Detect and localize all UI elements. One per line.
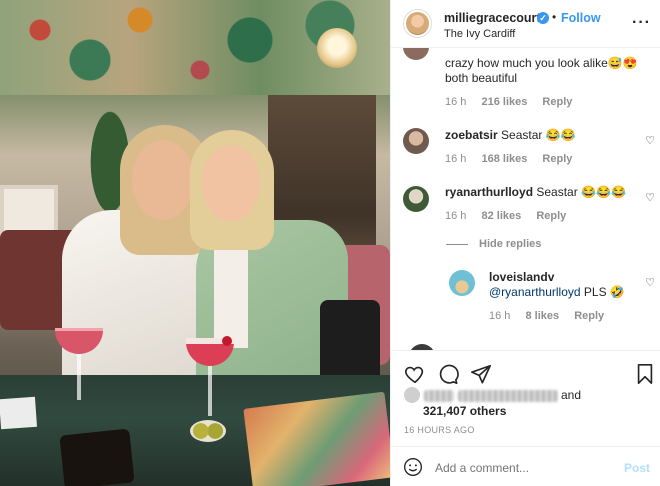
- comment-avatar[interactable]: [403, 128, 429, 154]
- reply-button[interactable]: Reply: [542, 153, 572, 165]
- phone: [59, 428, 135, 486]
- comment-username[interactable]: ryanarthurlloyd: [445, 185, 533, 199]
- blurred-liker-name: [424, 390, 454, 402]
- reply-likes[interactable]: 8 likes: [525, 310, 559, 322]
- reply-text: loveislandv @ryanarthurlloyd PLS 🤣: [489, 270, 649, 300]
- heart-icon[interactable]: ♡: [645, 191, 655, 204]
- heart-icon[interactable]: ♡: [645, 276, 655, 289]
- separator-dot: •: [552, 10, 557, 24]
- add-comment-bar: Post: [390, 446, 660, 486]
- likes-and: and: [561, 388, 582, 402]
- ellipsis-icon[interactable]: ···: [632, 14, 651, 32]
- post-location[interactable]: The Ivy Cardiff: [444, 28, 515, 40]
- post-username[interactable]: milliegracecourt: [444, 11, 541, 25]
- post-button[interactable]: Post: [624, 461, 650, 475]
- comment-text: zoebatsir Seastar 😂😂: [445, 128, 635, 143]
- add-comment-input[interactable]: [435, 461, 605, 475]
- reply-button[interactable]: Reply: [536, 210, 566, 222]
- likes-count[interactable]: 321,407 others: [423, 404, 506, 418]
- person-right-face: [202, 145, 260, 221]
- reply-mention[interactable]: @ryanarthurlloyd: [489, 285, 581, 299]
- heart-icon[interactable]: ♡: [645, 134, 655, 147]
- reply-button[interactable]: Reply: [542, 96, 572, 108]
- comment-meta: 16 h 82 likes Reply: [445, 210, 578, 222]
- paper-note: [0, 396, 38, 430]
- comment-username[interactable]: zoebatsir: [445, 128, 498, 142]
- liker-avatar[interactable]: [404, 387, 420, 403]
- olive-dish: [190, 420, 226, 442]
- comment-likes[interactable]: 168 likes: [481, 153, 527, 165]
- comments-list: crazy how much you look alike😅😍 both bea…: [391, 48, 660, 350]
- post-header: milliegracecourt ✓ • Follow The Ivy Card…: [391, 0, 660, 48]
- comment-icon[interactable]: [437, 363, 459, 385]
- comment-likes[interactable]: 216 likes: [481, 96, 527, 108]
- emoji-icon[interactable]: [403, 457, 423, 477]
- reply-button[interactable]: Reply: [574, 310, 604, 322]
- avatar[interactable]: [404, 10, 431, 37]
- reply-body: PLS 🤣: [580, 285, 625, 299]
- post-photo[interactable]: [0, 0, 390, 486]
- verified-badge-icon: ✓: [537, 12, 549, 24]
- comment-body: Seastar 😂😂😂: [536, 185, 626, 199]
- pendant-lamp: [317, 28, 357, 68]
- reply-meta: 16 h 8 likes Reply: [489, 310, 616, 322]
- comment-meta: 16 h 216 likes Reply: [445, 96, 584, 108]
- comment-avatar[interactable]: [403, 186, 429, 212]
- comment-avatar[interactable]: [403, 48, 429, 60]
- reply-username[interactable]: loveislandv: [489, 270, 554, 284]
- reply-time: 16 h: [489, 310, 511, 322]
- comment-text: ryanarthurlloyd Seastar 😂😂😂: [445, 185, 635, 200]
- share-icon[interactable]: [470, 363, 492, 385]
- comment-time: 16 h: [445, 153, 467, 165]
- blurred-liker-name: [458, 390, 558, 402]
- comment-meta: 16 h 168 likes Reply: [445, 153, 584, 165]
- person-left-face: [132, 140, 194, 220]
- hide-replies-button[interactable]: Hide replies: [479, 238, 541, 250]
- post-timestamp: 16 HOURS AGO: [404, 425, 475, 435]
- comment-text: crazy how much you look alike😅😍 both bea…: [445, 56, 638, 85]
- glass-stem-left: [77, 354, 81, 400]
- reply-avatar[interactable]: [449, 270, 475, 296]
- cherry-garnish: [222, 336, 232, 346]
- heart-icon[interactable]: [404, 363, 426, 385]
- comment-time: 16 h: [445, 210, 467, 222]
- menu-card: [243, 391, 390, 486]
- comment-body: Seastar 😂😂: [501, 128, 576, 142]
- glass-stem-right: [208, 366, 212, 416]
- comment-likes[interactable]: 82 likes: [481, 210, 521, 222]
- comment-time: 16 h: [445, 96, 467, 108]
- bookmark-icon[interactable]: [634, 363, 656, 385]
- hide-replies-line: [446, 244, 468, 245]
- follow-button[interactable]: Follow: [561, 11, 601, 25]
